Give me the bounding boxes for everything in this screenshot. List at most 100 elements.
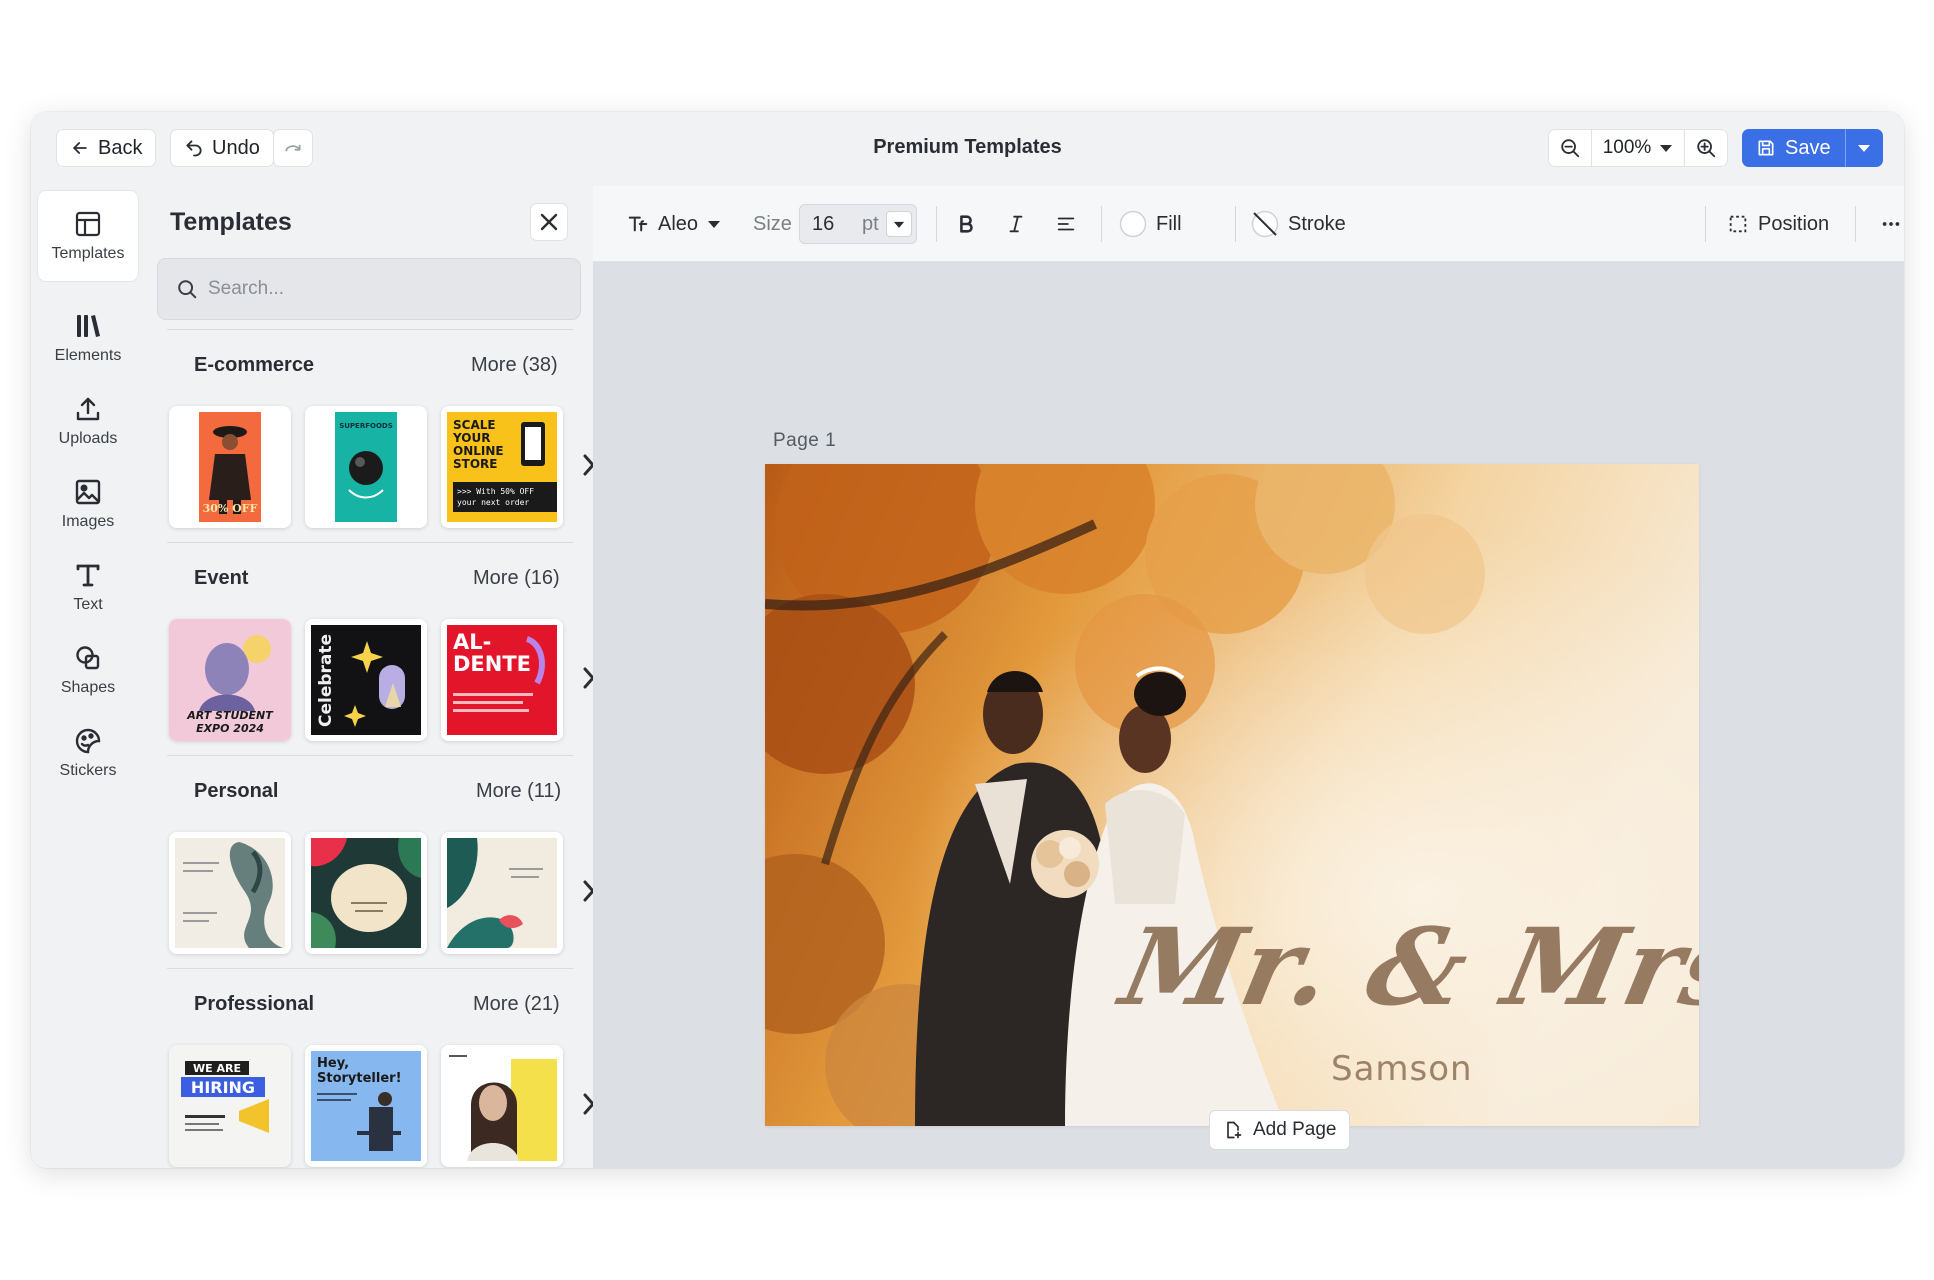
zoom-value: 100% bbox=[1602, 137, 1652, 158]
template-thumbnail[interactable]: WE ARE HIRING bbox=[169, 1045, 291, 1167]
undo-icon bbox=[186, 140, 202, 157]
rail-label: Templates bbox=[51, 245, 125, 262]
font-size-dropdown[interactable] bbox=[886, 211, 912, 237]
celebrate-preview: Celebrate bbox=[305, 619, 427, 741]
redo-button[interactable] bbox=[273, 129, 313, 167]
divider bbox=[167, 542, 573, 543]
template-thumbnail[interactable] bbox=[305, 832, 427, 954]
zoom-in-button[interactable] bbox=[1685, 130, 1727, 166]
svg-text:ART STUDENT: ART STUDENT bbox=[186, 709, 274, 722]
rail-item-images[interactable]: Images bbox=[38, 459, 138, 549]
text-align-button[interactable] bbox=[1055, 186, 1077, 262]
design-page[interactable]: Mr. & Mrs. Samson bbox=[765, 464, 1699, 1126]
undo-button[interactable]: Undo bbox=[170, 129, 274, 167]
chevron-right-icon[interactable] bbox=[580, 1090, 593, 1118]
template-thumbnail[interactable]: Celebrate bbox=[305, 619, 427, 741]
back-button[interactable]: Back bbox=[56, 129, 157, 167]
arrow-left-icon bbox=[73, 142, 87, 154]
category-title-professional: Professional bbox=[194, 993, 315, 1015]
position-label: Position bbox=[1758, 212, 1830, 235]
italic-button[interactable] bbox=[1005, 186, 1027, 262]
editor-area: Aleo Size 16 pt Fill Stroke Position Pag… bbox=[593, 186, 1904, 1168]
no-stroke-icon bbox=[1251, 210, 1279, 238]
divider bbox=[167, 755, 573, 756]
rail-item-elements[interactable]: Elements bbox=[38, 293, 138, 383]
position-icon bbox=[1729, 215, 1747, 233]
chevron-right-icon[interactable] bbox=[580, 664, 593, 692]
category-title-ecommerce: E-commerce bbox=[194, 354, 315, 376]
undo-label: Undo bbox=[212, 136, 260, 159]
template-thumbnail[interactable]: SUPERFOODS bbox=[305, 406, 427, 528]
template-thumbnail[interactable] bbox=[169, 832, 291, 954]
category-title-personal: Personal bbox=[194, 780, 279, 802]
caret-down-icon bbox=[1660, 145, 1673, 152]
floppy-disk-icon bbox=[1758, 140, 1774, 156]
rail-item-uploads[interactable]: Uploads bbox=[38, 376, 138, 466]
position-button[interactable]: Position bbox=[1727, 186, 1829, 262]
font-size-input[interactable]: 16 pt bbox=[799, 204, 917, 244]
sticker-icon bbox=[75, 728, 101, 754]
editor-window: Back Undo Premium Templates 100% Save Te… bbox=[31, 112, 1904, 1168]
superfoods-preview: SUPERFOODS bbox=[305, 406, 427, 528]
rail-label: Images bbox=[61, 513, 115, 530]
template-thumbnail[interactable]: ART STUDENT EXPO 2024 bbox=[169, 619, 291, 741]
tool-rail: Templates Elements Uploads Images Text S… bbox=[31, 186, 143, 1168]
rail-label: Shapes bbox=[60, 679, 116, 696]
storyteller-preview: Hey, Storyteller! bbox=[305, 1045, 427, 1167]
more-horizontal-icon bbox=[1882, 222, 1900, 226]
rail-item-stickers[interactable]: Stickers bbox=[38, 708, 138, 798]
portrait-preview bbox=[441, 1045, 563, 1167]
top-bar: Back Undo Premium Templates 100% Save bbox=[31, 112, 1904, 186]
close-panel-button[interactable] bbox=[530, 203, 568, 241]
headline-text[interactable]: Mr. & Mrs. bbox=[1112, 904, 1699, 1029]
template-thumbnail[interactable]: 30% OFF bbox=[169, 406, 291, 528]
template-thumbnail[interactable] bbox=[441, 1045, 563, 1167]
subtitle-text[interactable]: Samson bbox=[1331, 1049, 1473, 1089]
fill-button[interactable]: Fill bbox=[1119, 186, 1182, 262]
template-thumbnail[interactable]: Hey, Storyteller! bbox=[305, 1045, 427, 1167]
template-thumbnail[interactable]: SCALE YOUR ONLINE STORE >>> With 50% OFF… bbox=[441, 406, 563, 528]
more-professional-link[interactable]: More (21) bbox=[473, 993, 560, 1016]
svg-text:HIRING: HIRING bbox=[191, 1078, 255, 1097]
chevron-right-icon[interactable] bbox=[580, 451, 593, 479]
image-icon bbox=[75, 479, 101, 505]
more-event-link[interactable]: More (16) bbox=[473, 567, 560, 590]
svg-text:ONLINE: ONLINE bbox=[453, 444, 504, 458]
add-page-button[interactable]: Add Page bbox=[1209, 1110, 1351, 1150]
svg-text:WE ARE: WE ARE bbox=[193, 1062, 241, 1075]
stroke-button[interactable]: Stroke bbox=[1251, 186, 1346, 262]
align-left-icon bbox=[1057, 217, 1075, 231]
divider bbox=[167, 329, 573, 330]
save-options-button[interactable] bbox=[1844, 129, 1883, 167]
rail-item-templates[interactable]: Templates bbox=[38, 191, 138, 281]
bold-button[interactable] bbox=[955, 186, 977, 262]
svg-text:Storyteller!: Storyteller! bbox=[317, 1071, 402, 1086]
zoom-select[interactable]: 100% bbox=[1591, 130, 1685, 166]
rail-item-shapes[interactable]: Shapes bbox=[38, 625, 138, 715]
toolbar-separator bbox=[1101, 206, 1102, 242]
toolbar-separator bbox=[1855, 206, 1856, 242]
search-box bbox=[157, 258, 581, 320]
toolbar-separator bbox=[936, 206, 937, 242]
fill-color-swatch-icon bbox=[1119, 210, 1147, 238]
panel-title: Templates bbox=[170, 208, 292, 236]
template-thumbnail[interactable]: AL- DENTE bbox=[441, 619, 563, 741]
svg-text:30% OFF: 30% OFF bbox=[203, 502, 258, 515]
rail-item-text[interactable]: Text bbox=[38, 542, 138, 632]
more-ecommerce-link[interactable]: More (38) bbox=[471, 354, 558, 377]
save-split-button: Save bbox=[1742, 129, 1883, 167]
template-thumbnail[interactable] bbox=[441, 832, 563, 954]
svg-text:STORE: STORE bbox=[453, 457, 497, 471]
search-input[interactable] bbox=[208, 278, 568, 300]
zoom-out-button[interactable] bbox=[1549, 130, 1591, 166]
art-expo-preview: ART STUDENT EXPO 2024 bbox=[169, 619, 291, 741]
svg-text:SCALE: SCALE bbox=[453, 418, 496, 432]
invitation-watercolor-preview bbox=[169, 832, 291, 954]
more-personal-link[interactable]: More (11) bbox=[476, 780, 561, 803]
chevron-right-icon[interactable] bbox=[580, 877, 593, 905]
font-family-select[interactable]: Aleo bbox=[627, 186, 721, 262]
save-button[interactable]: Save bbox=[1742, 129, 1845, 167]
caret-down-icon bbox=[893, 221, 905, 228]
template-icon bbox=[75, 211, 101, 237]
more-options-button[interactable] bbox=[1880, 186, 1902, 262]
